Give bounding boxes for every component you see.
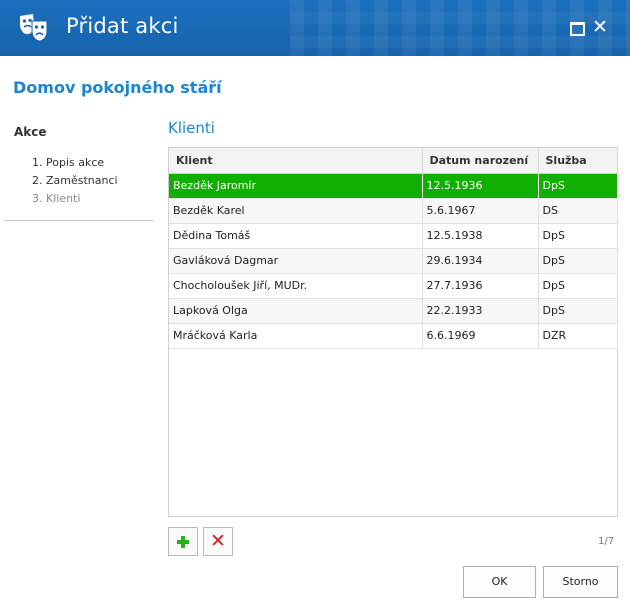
cell-service: DpS — [538, 223, 618, 249]
column-header-service[interactable]: Služba — [538, 148, 618, 174]
remove-client-button[interactable]: ✕ — [203, 527, 233, 556]
table-row[interactable]: Bezděk Jaromír 12.5.1936 DpS — [169, 173, 618, 199]
step-zamestnanci[interactable]: 2. Zaměstnanci — [32, 173, 118, 191]
cell-date-of-birth: 6.6.1969 — [422, 323, 539, 349]
cell-service: DpS — [538, 298, 618, 324]
cell-service: DpS — [538, 273, 618, 299]
cell-service: DpS — [538, 173, 618, 199]
delete-x-icon: ✕ — [210, 530, 226, 552]
cell-client: Bezděk Jaromír — [169, 173, 423, 199]
clients-table: Klient Datum narození Služba Bezděk Jaro… — [169, 148, 618, 349]
cell-client: Mráčková Karla — [169, 323, 423, 349]
ok-button[interactable]: OK — [463, 566, 536, 598]
cancel-button[interactable]: Storno — [543, 566, 618, 598]
pager-indicator: 1/7 — [598, 536, 615, 547]
cell-date-of-birth: 5.6.1967 — [422, 198, 539, 224]
organization-title: Domov pokojného stáří — [13, 78, 222, 97]
cell-client: Chocholoušek Jiří, MUDr. — [169, 273, 423, 299]
cell-date-of-birth: 29.6.1934 — [422, 248, 539, 274]
table-row[interactable]: Bezděk Karel 5.6.1967 DS — [169, 198, 618, 224]
table-row[interactable]: Gavláková Dagmar 29.6.1934 DpS — [169, 248, 618, 274]
cell-date-of-birth: 12.5.1936 — [422, 173, 539, 199]
sidebar-heading: Akce — [14, 125, 47, 139]
cell-client: Dědina Tomáš — [169, 223, 423, 249]
step-popis-akce[interactable]: 1. Popis akce — [32, 155, 118, 173]
cell-client: Gavláková Dagmar — [169, 248, 423, 274]
close-icon[interactable]: ✕ — [591, 18, 609, 37]
cell-date-of-birth: 12.5.1938 — [422, 223, 539, 249]
wizard-steps: 1. Popis akce 2. Zaměstnanci 3. Klienti — [32, 155, 118, 209]
cell-service: DS — [538, 198, 618, 224]
maximize-icon[interactable] — [567, 18, 585, 36]
title-bar: Přidat akci ✕ — [0, 0, 630, 56]
add-client-button[interactable] — [168, 527, 198, 556]
step-klienti[interactable]: 3. Klienti — [32, 191, 118, 209]
section-title: Klienti — [168, 119, 215, 137]
cell-date-of-birth: 27.7.1936 — [422, 273, 539, 299]
cell-client: Bezděk Karel — [169, 198, 423, 224]
window-title: Přidat akci — [66, 14, 179, 38]
cell-service: DZR — [538, 323, 618, 349]
sidebar-divider — [4, 220, 154, 221]
table-row[interactable]: Mráčková Karla 6.6.1969 DZR — [169, 323, 618, 349]
table-row[interactable]: Dědina Tomáš 12.5.1938 DpS — [169, 223, 618, 249]
table-row[interactable]: Lapková Olga 22.2.1933 DpS — [169, 298, 618, 324]
theater-masks-icon — [18, 13, 50, 43]
table-header-row: Klient Datum narození Služba — [169, 148, 618, 174]
cell-client: Lapková Olga — [169, 298, 423, 324]
table-row[interactable]: Chocholoušek Jiří, MUDr. 27.7.1936 DpS — [169, 273, 618, 299]
column-header-client[interactable]: Klient — [169, 148, 423, 174]
cell-date-of-birth: 22.2.1933 — [422, 298, 539, 324]
column-header-date-of-birth[interactable]: Datum narození — [422, 148, 539, 174]
clients-grid: Klient Datum narození Služba Bezděk Jaro… — [168, 147, 618, 517]
cell-service: DpS — [538, 248, 618, 274]
